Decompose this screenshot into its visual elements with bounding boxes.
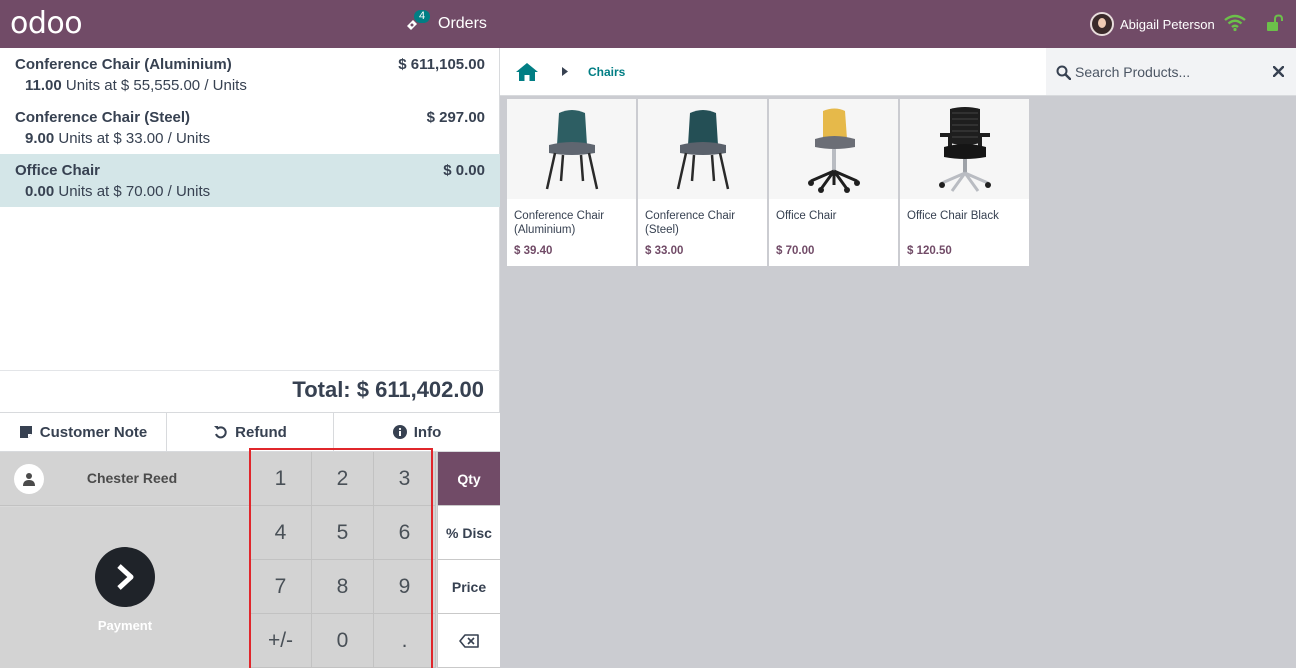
action-pad: Chester Reed Payment 1 2 3 4 5 6 7 8 9 +… [0,448,500,668]
mode-price-button[interactable]: Price [437,560,500,614]
order-line-price: $ 0.00 [443,162,485,179]
user-menu[interactable]: Abigail Peterson [1090,12,1215,36]
orders-label: Orders [438,15,487,32]
user-icon [14,464,44,494]
backspace-button[interactable] [437,614,500,668]
numpad-key-5[interactable]: 5 [312,506,374,560]
order-line-unit-info: Units at $ 55,555.00 / Units [65,77,247,94]
product-image [769,99,898,199]
numpad-key-4[interactable]: 4 [250,506,312,560]
info-label: Info [413,423,442,441]
numpad-key-plus-minus[interactable]: +/- [250,614,312,668]
product-price: $ 33.00 [645,245,684,257]
order-line-qty: 9.00 [25,130,55,147]
numpad-key-9[interactable]: 9 [374,560,436,614]
customer-note-button[interactable]: Customer Note [0,413,167,451]
product-name: Office Chair Black [907,210,999,222]
order-line-name: Conference Chair (Steel) [15,109,191,126]
order-total: Total: $ 611,402.00 [0,370,500,413]
order-total-label: Total: $ 611,402.00 [292,377,484,402]
numpad-key-2[interactable]: 2 [312,452,374,506]
customer-button[interactable]: Chester Reed [0,452,250,506]
customer-name: Chester Reed [86,470,178,486]
order-line-price: $ 297.00 [426,109,485,126]
order-line-name: Office Chair [15,162,101,179]
order-line-info: 9.00 Units at $ 33.00 / Units [25,130,210,147]
info-button[interactable]: Info [334,413,500,451]
order-line-unit-info: Units at $ 70.00 / Units [58,183,211,200]
refund-label: Refund [235,423,287,441]
product-card[interactable]: Office Chair $ 70.00 [769,99,898,266]
order-line-name: Conference Chair (Aluminium) [15,56,232,73]
order-line-selected[interactable]: Office Chair $ 0.00 0.00 Units at $ 70.0… [0,154,500,207]
product-name: Conference Chair (Steel) [645,210,736,236]
product-card[interactable]: Conference Chair (Aluminium) $ 39.40 [507,99,636,266]
user-name: Abigail Peterson [1120,16,1215,32]
backspace-icon [459,633,479,648]
numpad-key-decimal[interactable]: . [374,614,436,668]
control-buttons: Customer Note Refund Info [0,412,500,452]
order-line-qty: 0.00 [25,183,55,200]
category-breadcrumb-bar: Chairs [500,48,1046,96]
order-line-info: 11.00 Units at $ 55,555.00 / Units [25,77,247,94]
numpad: 1 2 3 4 5 6 7 8 9 +/- 0 . [250,452,437,668]
product-price: $ 70.00 [776,245,815,257]
payment-label: Payment [97,618,153,633]
numpad-key-8[interactable]: 8 [312,560,374,614]
numpad-key-3[interactable]: 3 [374,452,436,506]
user-avatar [1090,12,1114,36]
product-image [900,99,1029,199]
product-image [638,99,767,199]
unlock-icon[interactable] [1266,14,1284,32]
numpad-modes: Qty % Disc Price [437,452,500,668]
chevron-right-icon [95,547,155,607]
ticket-icon: 4 [404,9,432,39]
orders-button[interactable]: 4 Orders [404,9,487,39]
odoo-logo[interactable]: odoo [10,6,83,41]
numpad-key-0[interactable]: 0 [312,614,374,668]
search-input[interactable] [1075,61,1255,83]
payment-button[interactable]: Payment [0,507,250,668]
product-price: $ 120.50 [907,245,952,257]
product-image [507,99,636,199]
caret-right-icon [562,67,568,76]
search-bar [1046,48,1296,96]
order-line-qty: 11.00 [25,77,62,94]
mode-qty-button[interactable]: Qty [437,452,500,506]
numpad-key-7[interactable]: 7 [250,560,312,614]
orders-count-badge: 4 [414,10,431,23]
order-panel: Conference Chair (Aluminium) $ 611,105.0… [0,48,500,668]
product-price: $ 39.40 [514,245,553,257]
home-icon[interactable] [515,62,539,82]
refund-button[interactable]: Refund [167,413,334,451]
info-icon [392,425,407,439]
top-navbar: odoo 4 Orders Abigail Peterson [0,0,1296,48]
order-line-price: $ 611,105.00 [398,56,485,73]
product-card[interactable]: Office Chair Black $ 120.50 [900,99,1029,266]
order-line-unit-info: Units at $ 33.00 / Units [58,130,211,147]
customer-note-label: Customer Note [39,423,148,441]
order-line[interactable]: Conference Chair (Steel) $ 297.00 9.00 U… [0,101,500,154]
order-line[interactable]: Conference Chair (Aluminium) $ 611,105.0… [0,48,500,101]
note-icon [19,426,32,438]
search-icon [1056,65,1071,80]
undo-icon [214,425,227,438]
wifi-icon[interactable] [1224,14,1246,32]
numpad-key-6[interactable]: 6 [374,506,436,560]
product-name: Conference Chair (Aluminium) [514,210,605,236]
breadcrumb-category[interactable]: Chairs [588,65,625,79]
product-card[interactable]: Conference Chair (Steel) $ 33.00 [638,99,767,266]
product-screen: Chairs Conference Chair (Aluminium) $ 39… [500,48,1296,668]
order-line-info: 0.00 Units at $ 70.00 / Units [25,183,210,200]
numpad-key-1[interactable]: 1 [250,452,312,506]
close-icon[interactable] [1273,66,1284,77]
product-name: Office Chair [776,210,837,222]
mode-discount-button[interactable]: % Disc [437,506,500,560]
